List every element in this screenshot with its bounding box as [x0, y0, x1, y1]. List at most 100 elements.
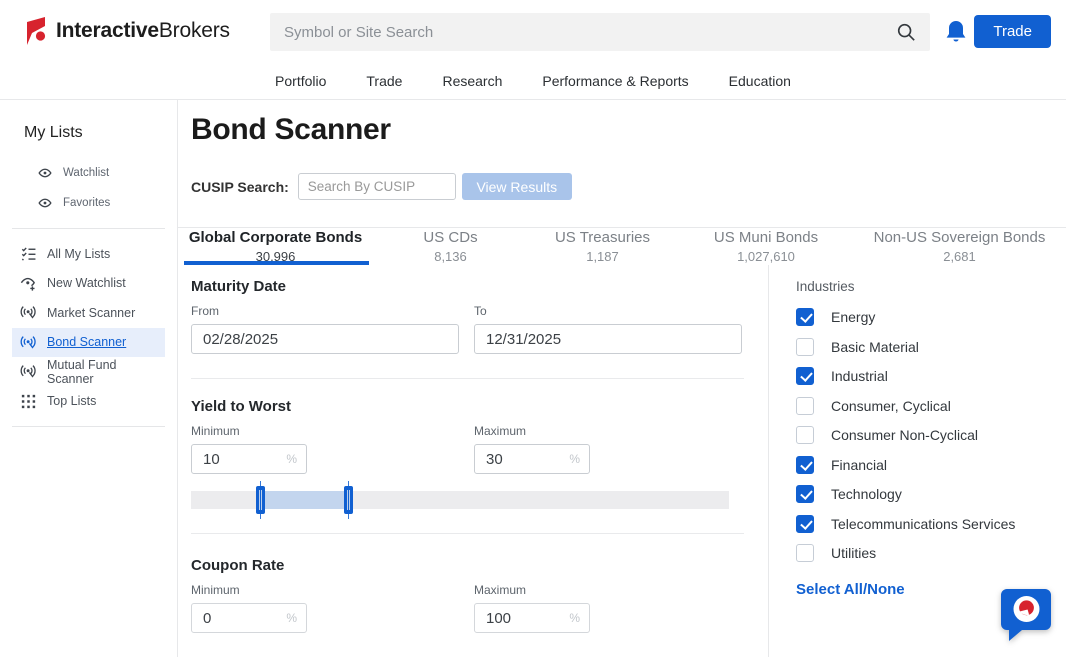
eye-icon [38, 196, 52, 210]
coupon-rate-heading: Coupon Rate [191, 557, 744, 574]
checkbox[interactable] [796, 308, 814, 326]
sidebar-item-bond-scanner[interactable]: Bond Scanner [12, 328, 165, 358]
sidebar-item-new-watchlist[interactable]: New Watchlist [12, 269, 165, 299]
sidebar-item-label: Favorites [63, 197, 110, 209]
brand-name: InteractiveBrokers [56, 19, 230, 43]
search-input[interactable] [270, 24, 896, 41]
maturity-date-section: Maturity Date From To [191, 265, 744, 379]
checkbox[interactable] [796, 485, 814, 503]
nav-item-portfolio[interactable]: Portfolio [275, 73, 326, 89]
tab-us-cds[interactable]: US CDs8,136 [373, 228, 528, 265]
bond-category-tabs: Global Corporate Bonds30,996US CDs8,136U… [178, 227, 1066, 265]
sidebar: My Lists Watchlist Favorites All My Lists… [0, 100, 178, 657]
industry-label: Financial [831, 457, 887, 473]
sidebar-title: My Lists [24, 124, 177, 142]
tab-label: Global Corporate Bonds [189, 229, 362, 246]
checkbox[interactable] [796, 397, 814, 415]
slider-max-handle[interactable] [344, 486, 353, 514]
page-title: Bond Scanner [191, 113, 1066, 147]
tab-global-corporate-bonds[interactable]: Global Corporate Bonds 30,996 [178, 228, 373, 265]
sidebar-item-label: Top Lists [47, 394, 96, 408]
checkbox[interactable] [796, 515, 814, 533]
checkbox[interactable] [796, 426, 814, 444]
maturity-from-input[interactable] [191, 324, 459, 354]
industry-option-consumer-cyclical[interactable]: Consumer, Cyclical [796, 397, 1066, 415]
industry-option-energy[interactable]: Energy [796, 308, 1066, 326]
sidebar-item-top-lists[interactable]: Top Lists [12, 387, 165, 417]
maturity-to-label: To [474, 304, 744, 318]
trade-button[interactable]: Trade [974, 15, 1051, 48]
industries-list: Energy Basic Material Industrial Consumer, … [796, 308, 1066, 562]
slider-min-handle[interactable] [256, 486, 265, 514]
sidebar-divider [12, 228, 165, 229]
maturity-to-input[interactable] [474, 324, 742, 354]
sidebar-item-label: Market Scanner [47, 306, 135, 320]
checkbox[interactable] [796, 456, 814, 474]
checkbox[interactable] [796, 367, 814, 385]
tab-label: US Muni Bonds [714, 229, 818, 246]
yield-range-slider[interactable] [191, 491, 729, 509]
tab-count: 8,136 [434, 249, 467, 264]
sidebar-item-label: All My Lists [47, 247, 110, 261]
industry-label: Utilities [831, 545, 876, 561]
scanner-icon [20, 334, 37, 351]
nav-item-education[interactable]: Education [729, 73, 791, 89]
tab-us-muni-bonds[interactable]: US Muni Bonds 1,027,610 [677, 228, 855, 265]
cusip-search-input[interactable] [298, 173, 456, 200]
sidebar-item-label: Watchlist [63, 167, 109, 179]
main-content: Bond Scanner CUSIP Search: View Results … [178, 100, 1066, 657]
industry-label: Industrial [831, 368, 888, 384]
industry-option-financial[interactable]: Financial [796, 456, 1066, 474]
select-all-none-link[interactable]: Select All/None [796, 581, 905, 598]
nav-item-trade[interactable]: Trade [366, 73, 402, 89]
tab-us-treasuries[interactable]: US Treasuries1,187 [528, 228, 677, 265]
industry-option-basic-material[interactable]: Basic Material [796, 338, 1066, 356]
maturity-from-label: From [191, 304, 459, 318]
nav-item-performance-reports[interactable]: Performance & Reports [542, 73, 688, 89]
coupon-max-label: Maximum [474, 583, 744, 597]
search-icon[interactable] [896, 22, 916, 42]
scanner-icon [20, 304, 37, 321]
coupon-min-input[interactable] [191, 603, 307, 633]
sidebar-item-market-scanner[interactable]: Market Scanner [12, 298, 165, 328]
sidebar-item-watchlist[interactable]: Watchlist [12, 158, 165, 188]
nav-item-research[interactable]: Research [442, 73, 502, 89]
checkbox[interactable] [796, 338, 814, 356]
checklist-icon [20, 245, 37, 262]
tab-count: 30,996 [256, 249, 296, 264]
tab-non-us-sovereign-bonds[interactable]: Non-US Sovereign Bonds 2,681 [855, 228, 1064, 265]
coupon-rate-section: Coupon Rate Minimum % Maximum [191, 534, 744, 657]
view-results-button[interactable]: View Results [462, 173, 572, 200]
tab-count: 2,681 [943, 249, 976, 264]
sidebar-item-all-my-lists[interactable]: All My Lists [12, 239, 165, 269]
yield-max-input[interactable] [474, 444, 590, 474]
industry-label: Consumer, Cyclical [831, 398, 951, 414]
maturity-date-heading: Maturity Date [191, 278, 744, 295]
tab-label: Non-US Sovereign Bonds [874, 229, 1046, 246]
industry-option-technology[interactable]: Technology [796, 485, 1066, 503]
sidebar-items: All My Lists New Watchlist Market Scanner B… [0, 239, 177, 416]
coupon-max-input[interactable] [474, 603, 590, 633]
industries-title: Industries [796, 279, 1066, 294]
scanner-icon [20, 363, 37, 380]
yield-max-label: Maximum [474, 424, 744, 438]
sidebar-item-mutual-fund-scanner[interactable]: Mutual Fund Scanner [12, 357, 165, 387]
notifications-bell-icon[interactable] [944, 19, 968, 45]
yield-min-input[interactable] [191, 444, 307, 474]
tab-count: 1,027,610 [737, 249, 795, 264]
cusip-search-label: CUSIP Search: [191, 179, 289, 195]
industry-option-consumer-non-cyclical[interactable]: Consumer Non-Cyclical [796, 426, 1066, 444]
sidebar-item-favorites[interactable]: Favorites [12, 188, 165, 218]
industry-option-industrial[interactable]: Industrial [796, 367, 1066, 385]
sidebar-item-label: Bond Scanner [47, 335, 126, 349]
eye-plus-icon [20, 275, 37, 292]
checkbox[interactable] [796, 544, 814, 562]
tab-count: 1,187 [586, 249, 619, 264]
industry-option-utilities[interactable]: Utilities [796, 544, 1066, 562]
cusip-search-row: CUSIP Search: View Results [191, 173, 1066, 200]
chat-support-bubble-icon[interactable] [997, 586, 1055, 644]
industry-label: Consumer Non-Cyclical [831, 427, 978, 443]
yield-min-label: Minimum [191, 424, 459, 438]
interactive-brokers-logo[interactable]: InteractiveBrokers [24, 16, 230, 46]
industry-option-telecommunications-services[interactable]: Telecommunications Services [796, 515, 1066, 533]
